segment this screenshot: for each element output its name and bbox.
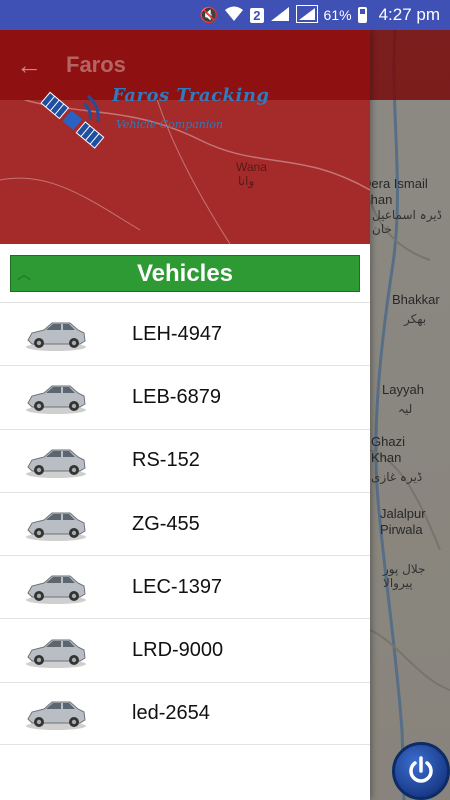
vehicle-plate: ZG-455 <box>132 512 200 535</box>
car-icon <box>26 385 86 415</box>
chevron-up-icon[interactable]: ︿ <box>17 264 31 284</box>
vehicle-plate: LEC-1397 <box>132 575 223 598</box>
header-app-title: Faros <box>66 52 126 77</box>
vehicle-list-item[interactable]: RS-152 <box>0 428 370 492</box>
signal-icon <box>270 6 290 25</box>
battery-percent: 61% <box>323 7 352 23</box>
power-button[interactable] <box>392 742 450 800</box>
section-title: Vehicles <box>136 259 234 287</box>
wifi-icon <box>224 6 244 25</box>
vehicle-plate: LRD-9000 <box>132 639 224 662</box>
car-icon <box>26 701 86 731</box>
mute-icon: 🔇 <box>199 6 219 24</box>
logo-title: Faros Tracking <box>112 85 270 106</box>
drawer-scrim[interactable] <box>370 30 450 800</box>
vehicle-plate: RS-152 <box>132 449 200 472</box>
vehicle-list-item[interactable]: LEC-1397 <box>0 555 370 618</box>
car-icon <box>26 575 86 605</box>
status-bar: 🔇 2 61% 4:27 pm <box>0 0 450 30</box>
logo-subtitle: Vehicle Companion <box>116 118 224 131</box>
vehicle-plate: LEB-6879 <box>132 385 221 408</box>
satellite-logo-icon <box>40 91 105 149</box>
vehicle-list-item[interactable]: LEH-4947 <box>0 302 370 365</box>
sim-slot-badge: 2 <box>250 7 264 23</box>
drawer-header: ← Faros Wana وانا Faros Tracking Vehicle… <box>0 30 370 244</box>
battery-icon <box>357 7 367 23</box>
header-back-arrow-icon: ← <box>16 50 42 80</box>
car-icon <box>26 322 86 352</box>
vehicle-plate: LEH-4947 <box>132 322 223 345</box>
car-icon <box>26 449 86 478</box>
vehicle-list-item[interactable]: LRD-9000 <box>0 618 370 681</box>
vehicle-list-item[interactable]: LEB-6879 <box>0 365 370 428</box>
vehicle-list-item[interactable]: ZG-455 <box>0 491 370 555</box>
signal-icon-2 <box>295 4 318 26</box>
power-icon <box>409 756 433 783</box>
header-map-label-wana-urdu: وانا <box>238 174 255 188</box>
header-map-label-wana: Wana <box>236 160 267 174</box>
vehicle-list: LEH-4947 LEB-6879 RS-152 ZG-455 LEC-1397… <box>0 302 370 746</box>
vehicle-plate: led-2654 <box>132 701 210 724</box>
car-icon <box>26 512 86 542</box>
car-icon <box>26 639 86 668</box>
navigation-drawer: ← Faros Wana وانا Faros Tracking Vehicle… <box>0 30 370 800</box>
vehicles-section-header[interactable]: ︿ Vehicles <box>10 255 360 292</box>
vehicle-list-item[interactable]: led-2654 <box>0 681 370 746</box>
clock: 4:27 pm <box>378 5 440 24</box>
